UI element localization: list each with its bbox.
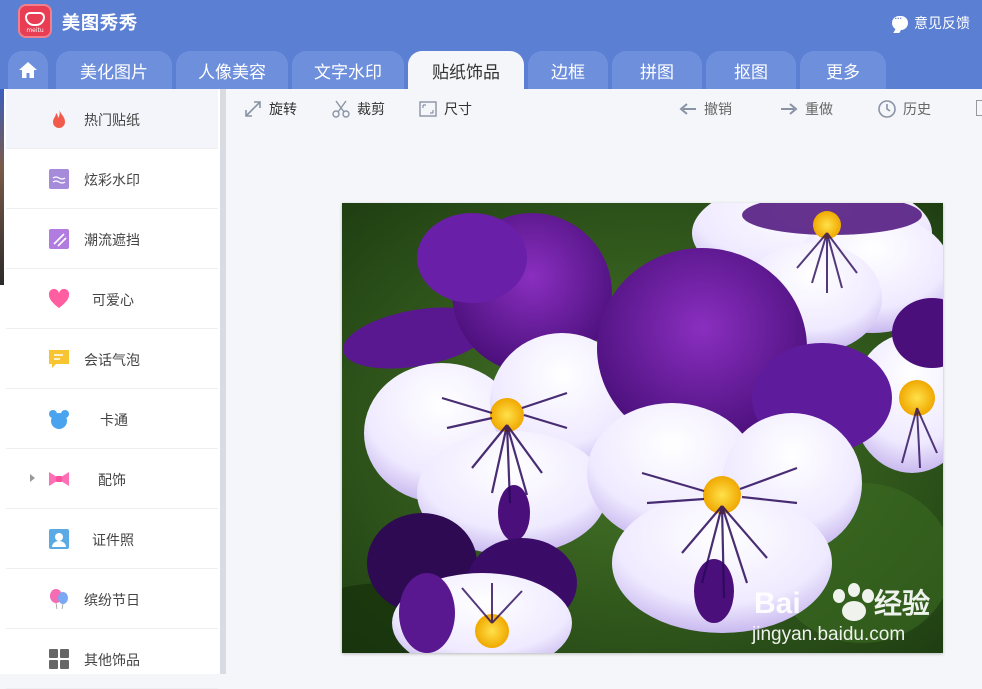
tab-beautify[interactable]: 美化图片: [56, 51, 172, 89]
sidebar-item-label: 卡通: [100, 413, 128, 429]
undo-label: 撤销: [704, 102, 732, 118]
grid-icon: [48, 648, 70, 670]
sidebar-item-hot-stickers[interactable]: 热门贴纸: [6, 89, 218, 149]
sidebar-item-label: 炫彩水印: [84, 173, 140, 189]
home-icon: [18, 60, 38, 80]
resize-icon: [419, 101, 437, 117]
undo-arrow-icon: [679, 103, 696, 115]
history-button[interactable]: 历史: [877, 97, 931, 121]
sidebar-item-label: 会话气泡: [84, 353, 140, 369]
tab-cutout[interactable]: 抠图: [706, 51, 796, 89]
sidebar-item-label: 热门贴纸: [84, 113, 140, 129]
edited-photo-pansies[interactable]: Bai 经验 jingyan.baidu.com: [342, 203, 943, 653]
rotate-icon: [245, 101, 261, 117]
size-label: 尺寸: [444, 102, 472, 118]
expand-caret-icon[interactable]: [30, 474, 35, 482]
size-button[interactable]: 尺寸: [418, 97, 472, 121]
tab-home[interactable]: [8, 51, 48, 89]
sidebar-item-label: 潮流遮挡: [84, 233, 140, 249]
compare-icon[interactable]: [976, 100, 982, 116]
feedback-label: 意见反馈: [914, 16, 970, 32]
watermark-icon: [48, 168, 70, 190]
tab-more[interactable]: 更多: [800, 51, 886, 89]
redo-arrow-icon: [781, 103, 798, 115]
sidebar-item-cute-hearts[interactable]: 可爱心: [6, 269, 218, 329]
sidebar-item-id-photo[interactable]: 证件照: [6, 509, 218, 569]
meitu-logo: meitu: [18, 4, 52, 38]
tab-collage[interactable]: 拼图: [612, 51, 702, 89]
sidebar-item-accessories[interactable]: 配饰: [6, 449, 218, 509]
app-title: 美图秀秀: [62, 13, 138, 34]
redo-label: 重做: [805, 102, 833, 118]
undo-button[interactable]: 撤销: [678, 97, 732, 121]
heart-icon: [48, 288, 70, 310]
sidebar-item-label: 缤纷节日: [84, 593, 140, 609]
sidebar-item-label: 配饰: [98, 473, 126, 489]
cartoon-bear-icon: [48, 408, 70, 430]
main-tab-bar: 美化图片 人像美容 文字水印 贴纸饰品 边框 拼图 抠图 更多: [0, 46, 982, 89]
tab-frame[interactable]: 边框: [528, 51, 608, 89]
tab-portrait[interactable]: 人像美容: [176, 51, 288, 89]
redo-button[interactable]: 重做: [779, 97, 833, 121]
chat-bubble-icon: [892, 12, 908, 30]
id-photo-icon: [48, 528, 70, 550]
rotate-label: 旋转: [269, 102, 297, 118]
bow-icon: [48, 468, 70, 490]
feedback-button[interactable]: 意见反馈: [892, 12, 970, 33]
sidebar-item-trendy-mosaic[interactable]: 潮流遮挡: [6, 209, 218, 269]
scissors-icon: [332, 100, 350, 118]
title-bar: meitu 美图秀秀 意见反馈: [0, 0, 982, 46]
watermark-brand-suffix: 经验: [874, 587, 930, 619]
clock-icon: [878, 100, 896, 118]
tab-stickers[interactable]: 贴纸饰品: [408, 51, 524, 89]
fire-icon: [48, 108, 70, 130]
sidebar-item-festivals[interactable]: 缤纷节日: [6, 569, 218, 629]
sidebar-item-other-accessories[interactable]: 其他饰品: [6, 629, 218, 689]
tab-text-watermark[interactable]: 文字水印: [292, 51, 404, 89]
crop-label: 裁剪: [357, 102, 385, 118]
history-label: 历史: [903, 102, 931, 118]
sidebar-item-label: 证件照: [92, 533, 134, 549]
watermark-brand: Bai: [754, 587, 801, 620]
sidebar-item-speech-bubbles[interactable]: 会话气泡: [6, 329, 218, 389]
sidebar-item-colorful-watermark[interactable]: 炫彩水印: [6, 149, 218, 209]
balloon-icon: [48, 588, 70, 610]
sidebar-item-cartoon[interactable]: 卡通: [6, 389, 218, 449]
mosaic-icon: [48, 228, 70, 250]
watermark-url: jingyan.baidu.com: [751, 624, 905, 645]
sidebar-item-label: 可爱心: [92, 293, 134, 309]
rotate-button[interactable]: 旋转: [243, 97, 297, 121]
sidebar-item-label: 其他饰品: [84, 653, 140, 669]
speech-bubble-icon: [48, 348, 70, 370]
background-window-edge: [0, 89, 4, 285]
crop-button[interactable]: 裁剪: [331, 97, 385, 121]
